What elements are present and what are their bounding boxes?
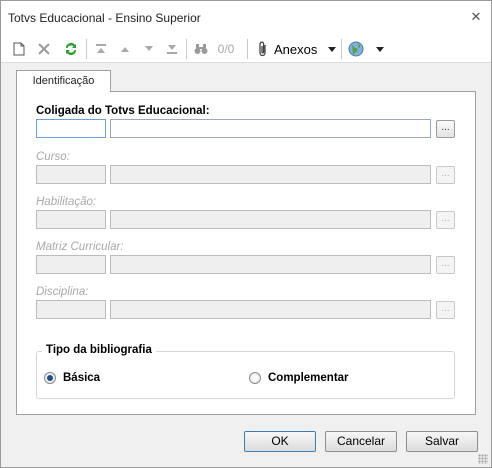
curso-description-input[interactable]	[110, 165, 431, 184]
habilitacao-code-input[interactable]	[36, 210, 106, 229]
save-button[interactable]: Salvar	[406, 431, 478, 452]
curso-code-input[interactable]	[36, 165, 106, 184]
habilitacao-label: Habilitação:	[36, 196, 97, 208]
radio-basica-label[interactable]: Básica	[63, 372, 100, 384]
binoculars-icon[interactable]	[192, 39, 210, 59]
new-record-icon[interactable]	[10, 39, 28, 59]
paperclip-icon[interactable]	[255, 39, 271, 59]
toolbar: 0/0 Anexos	[1, 35, 491, 63]
chevron-down-icon[interactable]	[374, 39, 386, 59]
curso-lookup-button[interactable]: ...	[436, 166, 455, 184]
radio-complementar[interactable]	[249, 372, 261, 384]
globe-icon[interactable]	[346, 39, 366, 59]
next-record-icon[interactable]	[140, 39, 158, 59]
tab-identificacao[interactable]: Identificação	[16, 70, 111, 92]
coligada-code-input[interactable]	[36, 119, 106, 138]
window-title: Totvs Educacional - Ensino Superior	[8, 11, 201, 25]
coligada-lookup-button[interactable]: ...	[436, 120, 455, 138]
previous-record-icon[interactable]	[116, 39, 134, 59]
cancel-button[interactable]: Cancelar	[325, 431, 397, 452]
coligada-description-input[interactable]	[110, 119, 431, 138]
coligada-label: Coligada do Totvs Educacional:	[36, 105, 210, 117]
matriz-curricular-label: Matriz Curricular:	[36, 241, 124, 253]
record-counter: 0/0	[217, 42, 235, 56]
disciplina-label: Disciplina:	[36, 286, 89, 298]
dialog-window: Totvs Educacional - Ensino Superior ✕ 0/…	[0, 0, 492, 468]
curso-label: Curso:	[36, 151, 70, 163]
toolbar-separator	[86, 39, 87, 59]
chevron-down-icon[interactable]	[326, 39, 338, 59]
delete-record-icon[interactable]	[35, 39, 53, 59]
radio-basica[interactable]	[44, 372, 56, 384]
toolbar-separator	[247, 39, 248, 59]
habilitacao-lookup-button[interactable]: ...	[436, 211, 455, 229]
disciplina-code-input[interactable]	[36, 300, 106, 319]
ok-button[interactable]: OK	[244, 431, 316, 452]
attachments-button[interactable]: Anexos	[274, 39, 322, 59]
last-record-icon[interactable]	[163, 39, 181, 59]
title-bar: Totvs Educacional - Ensino Superior ✕	[1, 1, 491, 35]
resize-grip[interactable]	[478, 454, 488, 464]
toolbar-separator	[186, 39, 187, 59]
refresh-icon[interactable]	[61, 39, 81, 59]
bibliography-legend: Tipo da bibliografia	[42, 344, 156, 356]
disciplina-lookup-button[interactable]: ...	[436, 301, 455, 319]
close-icon[interactable]: ✕	[469, 10, 483, 24]
matriz-curricular-description-input[interactable]	[110, 255, 431, 274]
disciplina-description-input[interactable]	[110, 300, 431, 319]
first-record-icon[interactable]	[92, 39, 110, 59]
matriz-curricular-code-input[interactable]	[36, 255, 106, 274]
matriz-curricular-lookup-button[interactable]: ...	[436, 256, 455, 274]
habilitacao-description-input[interactable]	[110, 210, 431, 229]
radio-complementar-label[interactable]: Complementar	[268, 372, 349, 384]
toolbar-separator	[341, 39, 342, 59]
